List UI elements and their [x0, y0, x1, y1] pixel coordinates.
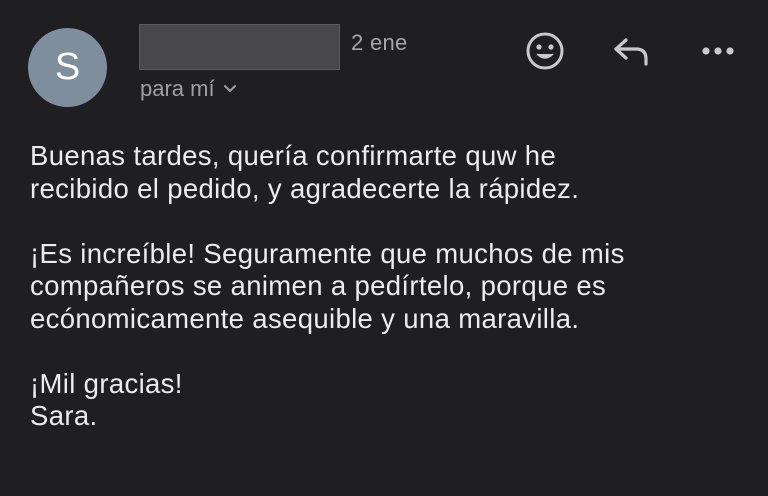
message-header: S 2 ene para mí	[0, 0, 768, 120]
message-signoff: ¡Mil gracias! Sara.	[30, 367, 183, 432]
more-options-button[interactable]	[695, 28, 741, 74]
reply-arrow-icon	[614, 38, 648, 66]
recipient-label: para mí	[140, 76, 215, 101]
reply-button[interactable]	[608, 28, 654, 74]
smiley-face-icon	[526, 32, 564, 70]
message-paragraph: ¡Es increíble! Seguramente que muchos de…	[30, 237, 625, 334]
chevron-down-icon	[223, 85, 236, 92]
message-date: 2 ene	[351, 30, 408, 55]
add-reaction-button[interactable]	[522, 28, 568, 74]
message-body: Buenas tardes, quería confirmarte quw he…	[30, 140, 750, 433]
message-paragraph: Buenas tardes, quería confirmarte quw he…	[30, 140, 580, 204]
sender-name-redacted[interactable]	[139, 24, 340, 70]
recipient-toggle[interactable]: para mí	[140, 76, 237, 102]
sender-avatar[interactable]: S	[28, 28, 107, 107]
more-dots-icon	[702, 47, 734, 55]
